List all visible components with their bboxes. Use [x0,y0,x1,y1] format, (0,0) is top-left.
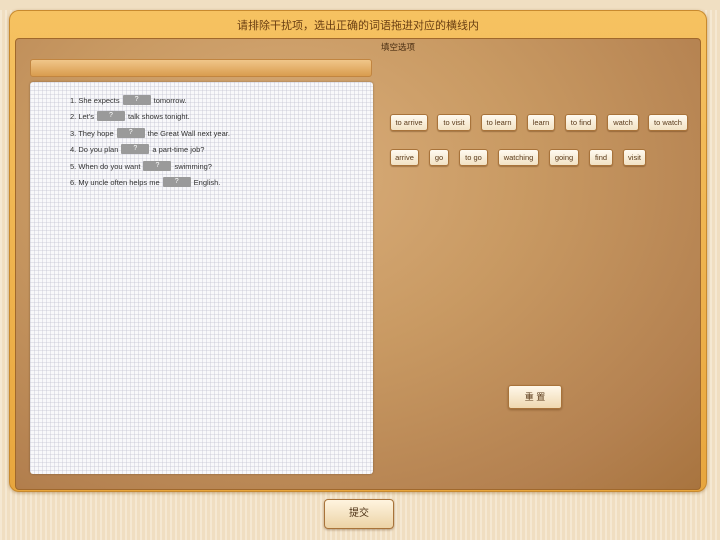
question-1: 1. She expects? tomorrow. [70,95,187,106]
option-watch[interactable]: watch [607,114,639,131]
question-5: 5. When do you want? swimming? [70,161,212,172]
question-1-suffix: tomorrow. [153,96,187,105]
option-go[interactable]: go [429,149,449,166]
question-sheet: 1. She expects? tomorrow. 2. Let's? talk s… [30,82,373,474]
answer-blank-1[interactable]: ? [122,95,151,105]
option-arrive[interactable]: arrive [390,149,419,166]
option-find[interactable]: find [589,149,613,166]
question-1-prefix: 1. She expects [70,96,120,105]
question-4: 4. Do you plan? a part-time job? [70,144,204,155]
option-learn[interactable]: learn [527,114,555,131]
answer-blank-5[interactable]: ? [143,161,172,171]
option-to-go[interactable]: to go [459,149,488,166]
top-band [0,0,720,10]
question-3-prefix: 3. They hope [70,129,114,138]
option-to-watch[interactable]: to watch [648,114,688,131]
wood-panel: 1. She expects? tomorrow. 2. Let's? talk s… [15,38,701,490]
option-to-learn[interactable]: to learn [481,114,517,131]
reset-button[interactable]: 重 置 [508,385,562,409]
question-3: 3. They hope? the Great Wall next year. [70,128,230,139]
answer-blank-2[interactable]: ? [96,111,125,121]
question-5-suffix: swimming? [174,162,212,171]
question-4-suffix: a part-time job? [152,145,205,154]
option-to-arrive[interactable]: to arrive [390,114,428,131]
option-visit[interactable]: visit [623,149,646,166]
question-6-suffix: English. [193,178,221,187]
question-6-prefix: 6. My uncle often helps me [70,178,160,187]
answer-blank-6[interactable]: ? [162,177,191,187]
paper-header-strip [30,59,372,77]
option-to-visit[interactable]: to visit [437,114,471,131]
question-5-prefix: 5. When do you want [70,162,141,171]
instruction-title: 请排除干扰项，选出正确的词语拖进对应的横线内 [237,20,479,32]
question-3-suffix: the Great Wall next year. [147,129,230,138]
answer-blank-3[interactable]: ? [116,128,145,138]
option-watching[interactable]: watching [498,149,539,166]
option-going[interactable]: going [549,149,579,166]
options-label: 填空选项 [381,42,416,52]
answer-blank-4[interactable]: ? [121,144,150,154]
question-2-suffix: talk shows tonight. [127,112,190,121]
option-to-find[interactable]: to find [565,114,597,131]
question-2: 2. Let's? talk shows tonight. [70,111,190,122]
question-2-prefix: 2. Let's [70,112,94,121]
question-6: 6. My uncle often helps me? English. [70,177,220,188]
exercise-board: 请排除干扰项，选出正确的词语拖进对应的横线内 1. She expects? to… [9,10,707,492]
question-4-prefix: 4. Do you plan [70,145,119,154]
submit-button[interactable]: 提交 [324,499,394,529]
